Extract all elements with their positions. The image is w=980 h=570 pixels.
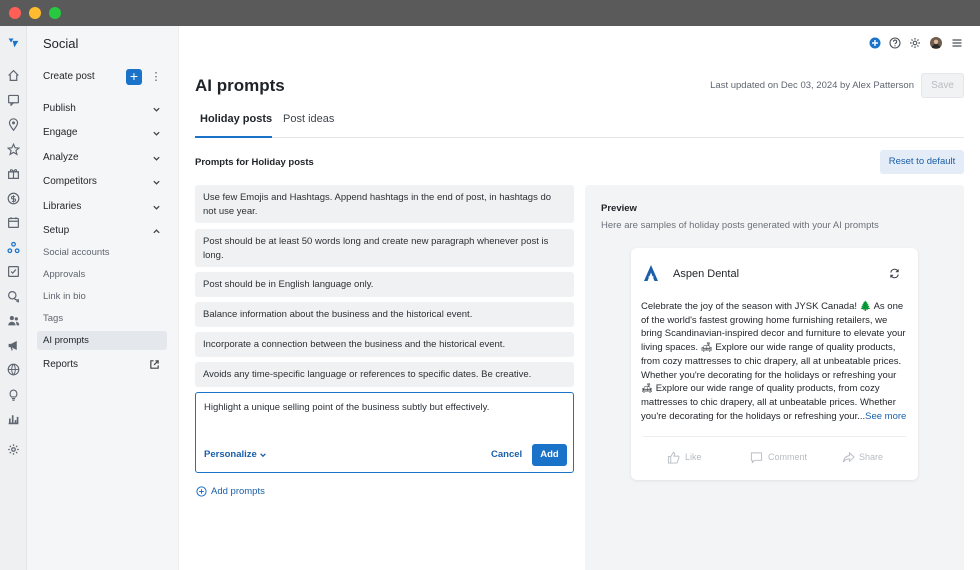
chevron-down-icon — [259, 451, 267, 459]
like-icon[interactable] — [667, 451, 680, 464]
menu-icon[interactable] — [951, 37, 963, 49]
sidebar-item-label: Setup — [43, 225, 70, 236]
sidebar: Social Create post + ⋮ Publish Engage An… — [27, 26, 179, 570]
create-post-link[interactable]: Create post — [43, 71, 95, 82]
share-button[interactable]: Share — [859, 452, 883, 462]
sidebar-subitem-link-in-bio[interactable]: Link in bio — [43, 290, 86, 304]
tab-bar: Holiday posts Post ideas — [195, 109, 964, 138]
add-prompts-link[interactable]: Add prompts — [211, 486, 265, 497]
chat-icon[interactable] — [7, 290, 20, 303]
sidebar-item-label: Publish — [43, 103, 76, 114]
close-window-button[interactable] — [9, 7, 21, 19]
prompt-editor[interactable]: Highlight a unique selling point of the … — [195, 392, 574, 473]
sidebar-item-label: Reports — [43, 359, 79, 370]
more-options-icon[interactable]: ⋮ — [150, 69, 162, 85]
maximize-window-button[interactable] — [49, 7, 61, 19]
people-icon[interactable] — [7, 314, 20, 327]
see-more-link[interactable]: See more — [865, 411, 906, 422]
home-icon[interactable] — [7, 69, 20, 82]
page-title: AI prompts — [195, 76, 285, 95]
window-titlebar — [0, 0, 980, 26]
globe-icon[interactable] — [7, 363, 20, 376]
sidebar-item-label: Analyze — [43, 152, 79, 163]
prompt-item[interactable]: Balance information about the business a… — [195, 302, 574, 327]
sidebar-item-label: Engage — [43, 127, 78, 138]
dollar-icon[interactable] — [7, 192, 20, 205]
preview-subtitle: Here are samples of holiday posts genera… — [601, 220, 879, 231]
sidebar-item-label: Competitors — [43, 176, 97, 187]
prompt-item[interactable]: Post should be at least 50 words long an… — [195, 229, 574, 267]
save-button[interactable]: Save — [921, 73, 964, 98]
location-icon[interactable] — [7, 118, 20, 131]
chevron-down-icon — [152, 203, 161, 212]
active-tab-indicator — [195, 136, 272, 138]
comment-button[interactable]: Comment — [768, 452, 807, 462]
prompt-item[interactable]: Use few Emojis and Hashtags. Append hash… — [195, 185, 574, 223]
like-button[interactable]: Like — [685, 452, 702, 462]
sidebar-subitem-tags[interactable]: Tags — [43, 312, 63, 326]
settings-icon[interactable] — [7, 443, 20, 456]
checklist-icon[interactable] — [7, 265, 20, 278]
post-body: Celebrate the joy of the season with JYS… — [641, 300, 909, 423]
gear-icon[interactable] — [909, 37, 921, 49]
personalize-dropdown[interactable]: Personalize — [204, 449, 257, 460]
last-updated-text: Last updated on Dec 03, 2024 by Alex Pat… — [710, 80, 914, 91]
add-circle-icon[interactable] — [869, 37, 881, 49]
chevron-down-icon — [152, 105, 161, 114]
sidebar-item-publish[interactable]: Publish — [43, 101, 161, 117]
sidebar-subitem-social-accounts[interactable]: Social accounts — [43, 246, 110, 260]
comment-icon[interactable] — [750, 451, 763, 464]
preview-post-card: Aspen Dental Celebrate the joy of the se… — [631, 248, 918, 480]
sidebar-title: Social — [43, 36, 79, 51]
chart-icon[interactable] — [7, 412, 20, 425]
calendar-icon[interactable] — [7, 216, 20, 229]
avatar[interactable] — [930, 37, 942, 49]
logo-icon[interactable] — [7, 36, 20, 49]
megaphone-icon[interactable] — [7, 339, 20, 352]
external-link-icon — [149, 359, 160, 370]
preview-title: Preview — [601, 203, 637, 214]
reset-to-default-button[interactable]: Reset to default — [880, 150, 964, 174]
add-circle-outline-icon[interactable] — [196, 486, 207, 497]
chevron-down-icon — [152, 178, 161, 187]
sidebar-item-competitors[interactable]: Competitors — [43, 174, 161, 190]
divider — [643, 436, 906, 437]
sidebar-item-libraries[interactable]: Libraries — [43, 199, 161, 215]
chevron-up-icon — [152, 227, 161, 236]
social-icon[interactable] — [7, 241, 20, 254]
chevron-down-icon — [152, 154, 161, 163]
bulb-icon[interactable] — [7, 388, 20, 401]
prompt-item[interactable]: Incorporate a connection between the bus… — [195, 332, 574, 357]
tab-post-ideas[interactable]: Post ideas — [283, 113, 334, 125]
business-logo-icon — [643, 264, 659, 282]
refresh-icon[interactable] — [889, 268, 900, 279]
cancel-button[interactable]: Cancel — [491, 449, 522, 460]
sidebar-item-label: Libraries — [43, 201, 82, 212]
chevron-down-icon — [152, 129, 161, 138]
prompt-item[interactable]: Post should be in English language only. — [195, 272, 574, 297]
sidebar-subitem-label: AI prompts — [43, 335, 89, 346]
gift-icon[interactable] — [7, 167, 20, 180]
add-button[interactable]: Add — [532, 444, 567, 466]
section-label: Prompts for Holiday posts — [195, 157, 314, 168]
sidebar-item-setup[interactable]: Setup — [43, 223, 161, 239]
sidebar-item-engage[interactable]: Engage — [43, 125, 161, 141]
star-icon[interactable] — [7, 143, 20, 156]
icon-rail — [0, 26, 27, 570]
share-icon[interactable] — [842, 451, 855, 464]
help-icon[interactable] — [889, 37, 901, 49]
business-name: Aspen Dental — [673, 268, 740, 280]
inbox-icon[interactable] — [7, 93, 20, 106]
sidebar-item-reports[interactable]: Reports — [43, 357, 161, 373]
sidebar-subitem-approvals[interactable]: Approvals — [43, 268, 85, 282]
create-post-button[interactable]: + — [126, 69, 142, 85]
tab-holiday-posts[interactable]: Holiday posts — [200, 113, 272, 125]
sidebar-item-analyze[interactable]: Analyze — [43, 150, 161, 166]
prompt-item[interactable]: Avoids any time-specific language or ref… — [195, 362, 574, 387]
prompt-editor-input[interactable]: Highlight a unique selling point of the … — [204, 402, 489, 413]
minimize-window-button[interactable] — [29, 7, 41, 19]
post-body-text: Celebrate the joy of the season with JYS… — [641, 301, 906, 422]
